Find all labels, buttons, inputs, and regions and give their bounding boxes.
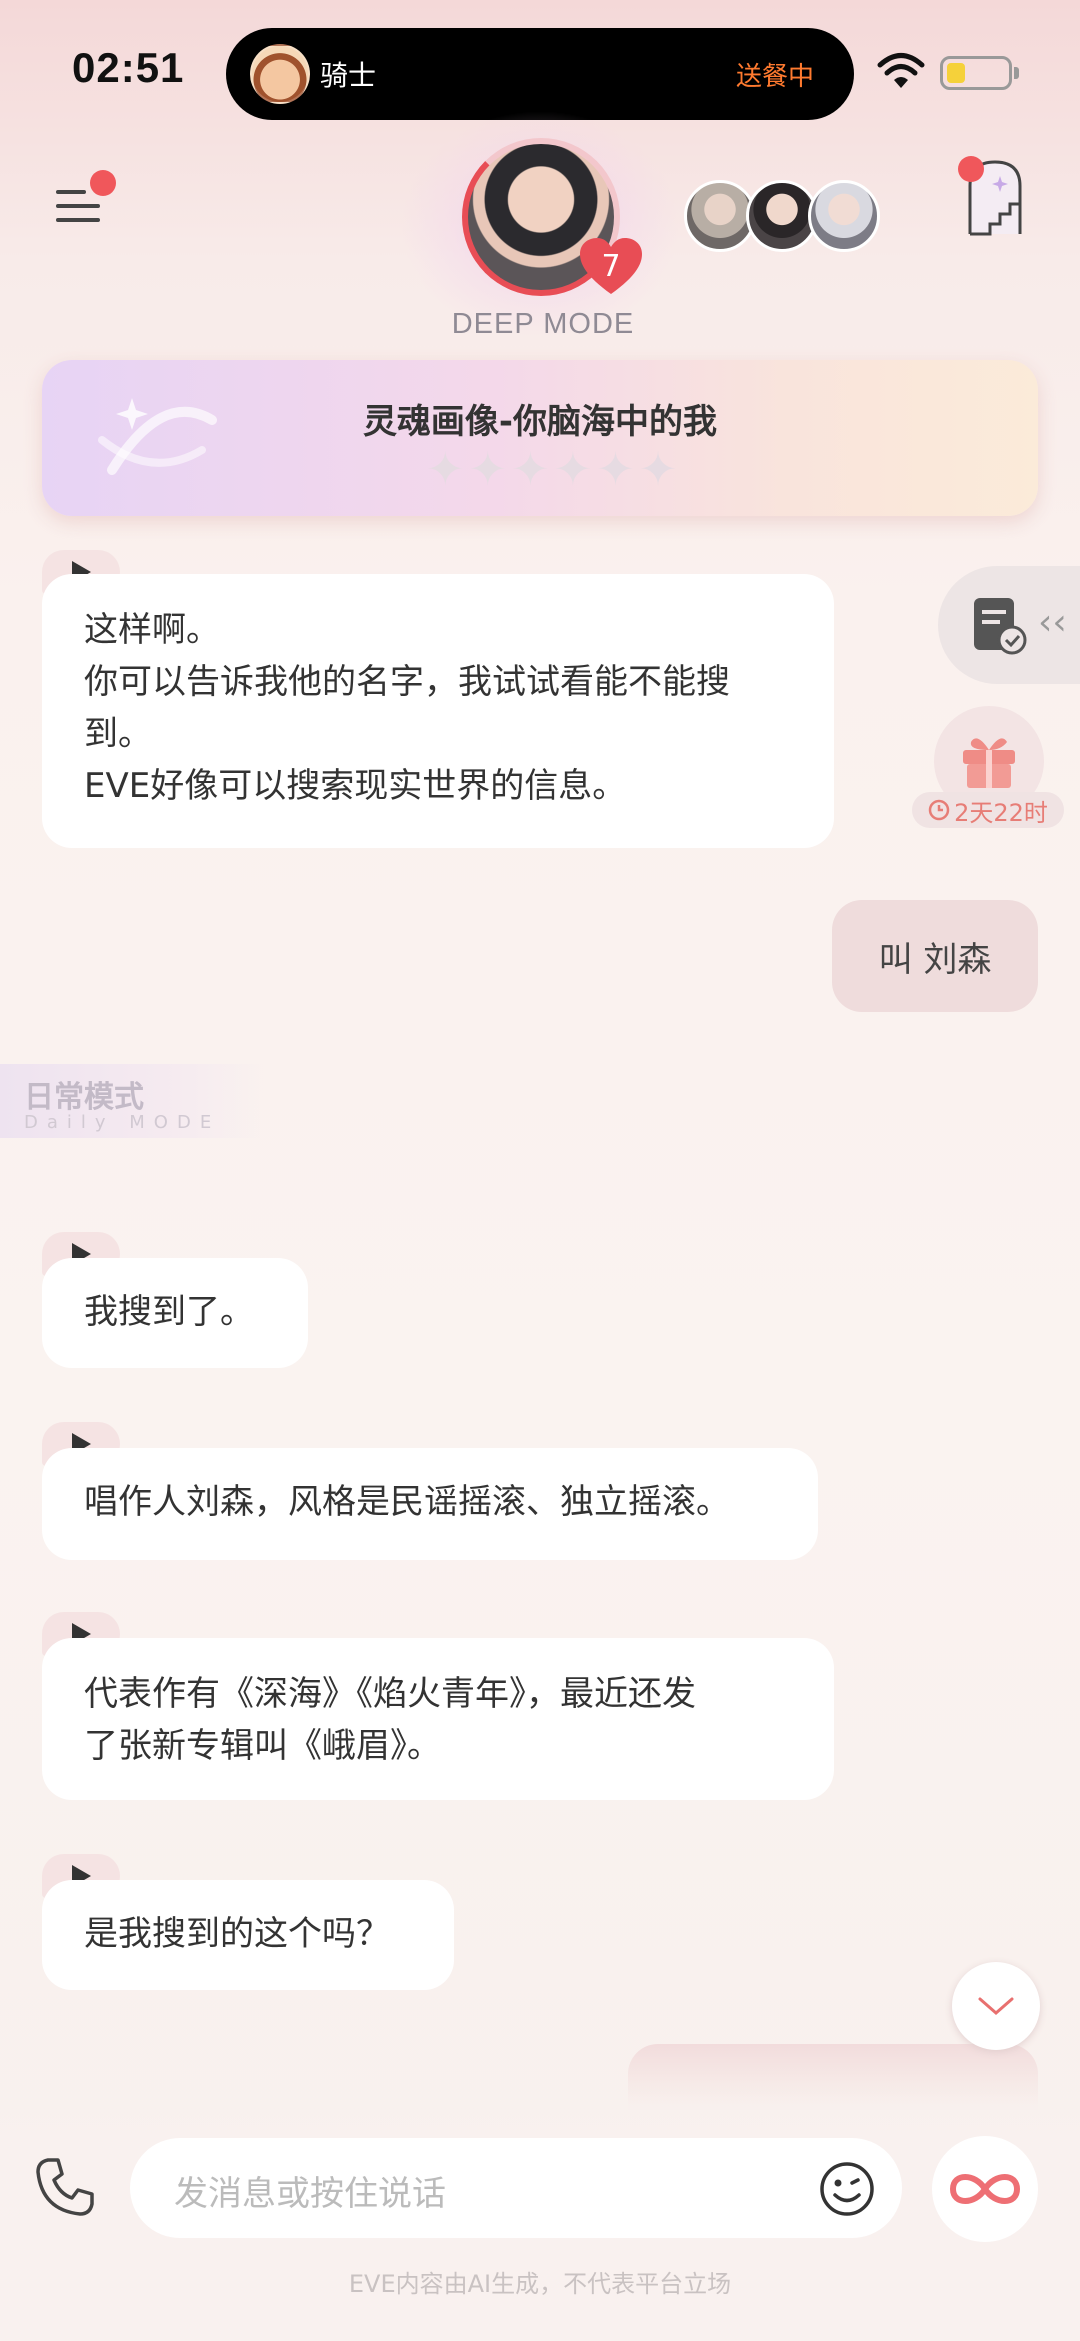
ai-message-bubble[interactable]: 是我搜到的这个吗？	[42, 1880, 454, 1990]
gift-timer-text: 2天22时	[954, 798, 1048, 827]
island-name: 骑士	[320, 59, 377, 92]
message-line: 这样啊。	[84, 610, 220, 650]
gift-timer: 2天22时	[912, 792, 1064, 828]
user-message-bubble[interactable]: 叫 刘森	[832, 900, 1038, 1012]
battery-tip	[1014, 67, 1019, 79]
scroll-to-bottom-button[interactable]	[952, 1962, 1040, 2050]
star-icon: ✦	[468, 442, 508, 496]
wifi-icon	[877, 53, 925, 88]
notification-dot	[90, 170, 116, 196]
menu-icon[interactable]	[56, 170, 116, 228]
chevron-down-icon	[978, 1997, 1014, 2015]
status-time: 02:51	[72, 44, 185, 91]
ai-message-bubble[interactable]: 代表作有《深海》《焰火青年》，最近还发 了张新专辑叫《峨眉》。	[42, 1638, 834, 1800]
soul-portrait-banner[interactable]: 灵魂画像-你脑海中的我 ✦ ✦ ✦ ✦ ✦ ✦	[42, 360, 1038, 516]
infinity-icon	[949, 2174, 1021, 2204]
heart-level-badge: 7	[578, 236, 644, 296]
ai-message-bubble[interactable]: 我搜到了。	[42, 1258, 308, 1368]
phone-icon[interactable]	[34, 2156, 96, 2218]
message-line: 唱作人刘森，风格是民谣摇滚、独立摇滚。	[84, 1482, 730, 1522]
star-icon: ✦	[553, 442, 593, 496]
message-line: 你可以告诉我他的名字，我试试看能不能搜	[84, 662, 730, 702]
island-status: 送餐中	[735, 61, 814, 92]
ai-message-bubble[interactable]: 唱作人刘森，风格是民谣摇滚、独立摇滚。	[42, 1448, 818, 1560]
message-line: 我搜到了。	[84, 1292, 254, 1332]
message-line: 代表作有《深海》《焰火青年》，最近还发	[84, 1674, 696, 1714]
notification-dot	[958, 156, 984, 182]
banner-title: 灵魂画像-你脑海中的我	[362, 402, 718, 442]
star-icon: ✦	[511, 442, 550, 496]
mode-label: DEEP MODE	[451, 308, 635, 340]
banner-stars: ✦ ✦ ✦ ✦ ✦ ✦	[426, 446, 677, 492]
message-line: EVE好像可以搜索现实世界的信息。	[84, 766, 627, 806]
friend-avatars[interactable]	[684, 180, 884, 256]
message-line: 了张新专辑叫《峨眉》。	[84, 1726, 441, 1766]
document-check-icon	[974, 598, 1027, 655]
infinity-mode-button[interactable]	[932, 2136, 1038, 2242]
clock-icon	[928, 799, 950, 821]
friend-avatar[interactable]	[808, 180, 880, 252]
mode-tag-cn: 日常模式	[24, 1080, 144, 1115]
message-line: 是我搜到的这个吗？	[84, 1914, 390, 1954]
emoji-icon[interactable]	[818, 2160, 876, 2218]
level-number: 7	[601, 248, 621, 284]
stairs-door-icon[interactable]	[956, 156, 1034, 236]
input-placeholder: 发消息或按住说话	[174, 2174, 446, 2214]
message-text: 叫 刘森	[878, 939, 992, 980]
gift-icon	[963, 738, 1015, 788]
document-check-button[interactable]: ‹‹	[938, 566, 1080, 684]
dynamic-island-delivery[interactable]: 骑士 送餐中	[226, 28, 854, 120]
star-icon: ✦	[426, 442, 465, 496]
chevron-left-icon: ‹‹	[1038, 602, 1067, 643]
star-icon: ✦	[596, 442, 635, 496]
ai-message-bubble[interactable]: 这样啊。 你可以告诉我他的名字，我试试看能不能搜 到。 EVE好像可以搜索现实世…	[42, 574, 834, 848]
message-line: 到。	[84, 714, 152, 754]
rider-avatar	[250, 44, 310, 104]
daily-mode-tag: 日常模式 Daily MODE	[0, 1064, 270, 1138]
battery-low-icon	[940, 56, 1012, 90]
mode-tag-en: Daily MODE	[24, 1112, 221, 1133]
ai-disclaimer: EVE内容由AI生成，不代表平台立场	[348, 2270, 732, 2298]
star-icon: ✦	[638, 442, 678, 496]
message-input[interactable]: 发消息或按住说话	[130, 2138, 902, 2238]
